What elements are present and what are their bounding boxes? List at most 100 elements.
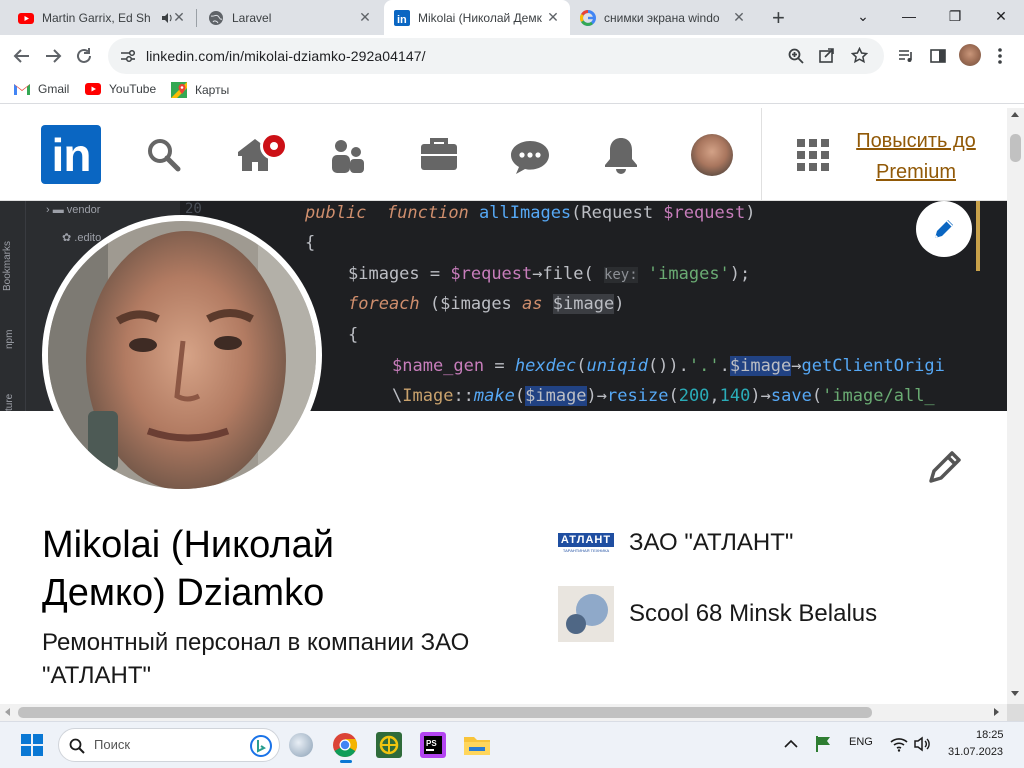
tab-title: Mikolai (Николай Демк <box>418 10 542 25</box>
tab-search-button[interactable]: ⌄ <box>840 0 886 32</box>
home-nav-item[interactable] <box>236 132 288 176</box>
new-tab-button[interactable]: + <box>762 0 792 35</box>
reload-button[interactable] <box>69 41 99 71</box>
apps-grid-icon[interactable] <box>796 138 830 172</box>
more-vert-icon[interactable] <box>996 47 1004 65</box>
close-tab-icon[interactable]: ✕ <box>172 10 186 24</box>
jobs-icon[interactable] <box>420 138 458 172</box>
atlant-logo-text: АТЛАНТ <box>558 533 614 547</box>
profile-photo-image <box>48 221 316 489</box>
ide-gutter-label: ture <box>4 393 15 411</box>
windows-start-icon[interactable] <box>21 734 43 756</box>
me-avatar[interactable] <box>691 134 733 176</box>
wifi-icon[interactable] <box>890 736 908 752</box>
school-name: Scool 68 Minsk Belalus <box>629 600 878 627</box>
scroll-right-arrow[interactable] <box>994 708 999 716</box>
profile-photo[interactable] <box>42 215 322 495</box>
scroll-down-arrow[interactable] <box>1011 691 1019 696</box>
close-window-button[interactable]: ✕ <box>978 0 1024 32</box>
restore-icon: ❐ <box>948 7 962 24</box>
bookmark-gmail[interactable]: Gmail <box>14 82 69 96</box>
notification-badge <box>260 132 288 160</box>
tab-google[interactable]: снимки экрана windo ✕ <box>570 0 756 35</box>
search-placeholder: Поиск <box>94 737 131 752</box>
clock-time[interactable]: 18:25 <box>976 729 1004 741</box>
tab-youtube[interactable]: Martin Garrix, Ed Sh ✕ <box>8 0 196 35</box>
close-icon: ✕ <box>995 7 1007 24</box>
scroll-thumb[interactable] <box>18 707 872 718</box>
share-icon[interactable] <box>819 48 835 64</box>
tab-linkedin[interactable]: in Mikolai (Николай Демк ✕ <box>384 0 570 35</box>
notifications-bell-icon[interactable] <box>603 136 639 174</box>
code-line: public function allImages(Request $reque… <box>305 203 756 223</box>
google-icon <box>580 9 596 26</box>
close-tab-icon[interactable]: ✕ <box>546 10 560 24</box>
language-indicator[interactable]: ENG <box>849 736 873 748</box>
minimize-button[interactable]: — <box>886 0 932 32</box>
premium-link[interactable]: Повысить до Premium <box>853 126 979 188</box>
forward-button[interactable] <box>38 41 68 71</box>
gmail-icon <box>14 84 30 95</box>
tab-laravel[interactable]: Laravel ✕ <box>198 0 382 35</box>
scroll-thumb[interactable] <box>1010 134 1021 162</box>
url-text[interactable]: linkedin.com/in/mikolai-dziamko-292a0414… <box>146 48 426 64</box>
bookmark-label: Gmail <box>38 82 70 96</box>
close-tab-icon[interactable]: ✕ <box>358 10 372 24</box>
bing-icon[interactable] <box>249 734 273 758</box>
flag-icon[interactable] <box>815 735 833 753</box>
volume-icon[interactable] <box>913 736 931 752</box>
my-network-icon[interactable] <box>330 138 366 174</box>
bookmark-maps[interactable]: Карты <box>171 82 229 98</box>
reload-icon <box>77 48 91 63</box>
ide-scroll-marker <box>976 201 980 271</box>
youtube-icon <box>85 83 101 95</box>
logo-text: in <box>51 128 92 181</box>
taskbar-widget[interactable] <box>286 730 316 760</box>
star-icon[interactable] <box>851 47 868 64</box>
site-info-icon[interactable] <box>120 49 136 63</box>
restore-button[interactable]: ❐ <box>932 0 978 32</box>
browser-toolbar: linkedin.com/in/mikolai-dziamko-292a0414… <box>0 35 1024 77</box>
linkedin-navbar: in Повысить до Premium <box>0 108 1007 201</box>
pencil-icon <box>935 220 953 238</box>
vertical-scrollbar[interactable] <box>1007 108 1024 704</box>
minimize-icon: — <box>902 8 916 24</box>
scroll-left-arrow[interactable] <box>5 708 10 716</box>
education-school[interactable]: Scool 68 Minsk Belalus <box>558 586 877 642</box>
taskbar-chrome[interactable] <box>330 730 360 763</box>
close-tab-icon[interactable]: ✕ <box>732 10 746 24</box>
bookmark-youtube[interactable]: YouTube <box>85 82 156 96</box>
youtube-icon <box>18 12 34 24</box>
tab-title: снимки экрана windo <box>604 10 720 25</box>
edit-intro-pencil-icon[interactable] <box>925 449 963 487</box>
windows-taskbar: Поиск PS ENG 18:25 31.07.2023 <box>0 721 1024 768</box>
experience-company[interactable]: АТЛАНТ ТАРАНТИНАЯ ТЕХНИКА ЗАО "АТЛАНТ" <box>558 528 793 558</box>
browser-tab-strip: Martin Garrix, Ed Sh ✕ Laravel ✕ in Miko… <box>0 0 1024 35</box>
taskbar-app-green[interactable] <box>374 730 404 760</box>
taskbar-explorer[interactable] <box>462 730 492 760</box>
side-panel-icon[interactable] <box>930 48 946 64</box>
scroll-up-arrow[interactable] <box>1011 112 1019 117</box>
arrow-right-icon <box>46 49 62 63</box>
linkedin-logo[interactable]: in <box>41 125 101 184</box>
portrait-image <box>48 221 316 489</box>
school-logo <box>558 586 614 642</box>
code-line: { <box>305 233 316 253</box>
edit-banner-button[interactable] <box>916 201 972 257</box>
messaging-icon[interactable] <box>510 140 550 174</box>
taskbar-search[interactable]: Поиск <box>58 728 280 762</box>
address-bar[interactable]: linkedin.com/in/mikolai-dziamko-292a0414… <box>108 38 884 74</box>
search-icon[interactable] <box>146 137 182 173</box>
media-control-icon[interactable] <box>898 48 914 64</box>
arrow-left-icon <box>13 49 29 63</box>
clock-date[interactable]: 31.07.2023 <box>948 746 1003 758</box>
profile-avatar[interactable] <box>959 44 981 66</box>
chevron-up-icon[interactable] <box>784 739 798 749</box>
horizontal-scrollbar[interactable] <box>0 704 1007 721</box>
app-icon <box>376 732 402 758</box>
taskbar-phpstorm[interactable]: PS <box>418 730 448 760</box>
zoom-icon[interactable] <box>788 48 804 64</box>
profile-name: Mikolai (Николай Демко) Dziamko <box>42 524 335 614</box>
back-button[interactable] <box>7 41 37 71</box>
tree-label: vendor <box>66 204 101 216</box>
